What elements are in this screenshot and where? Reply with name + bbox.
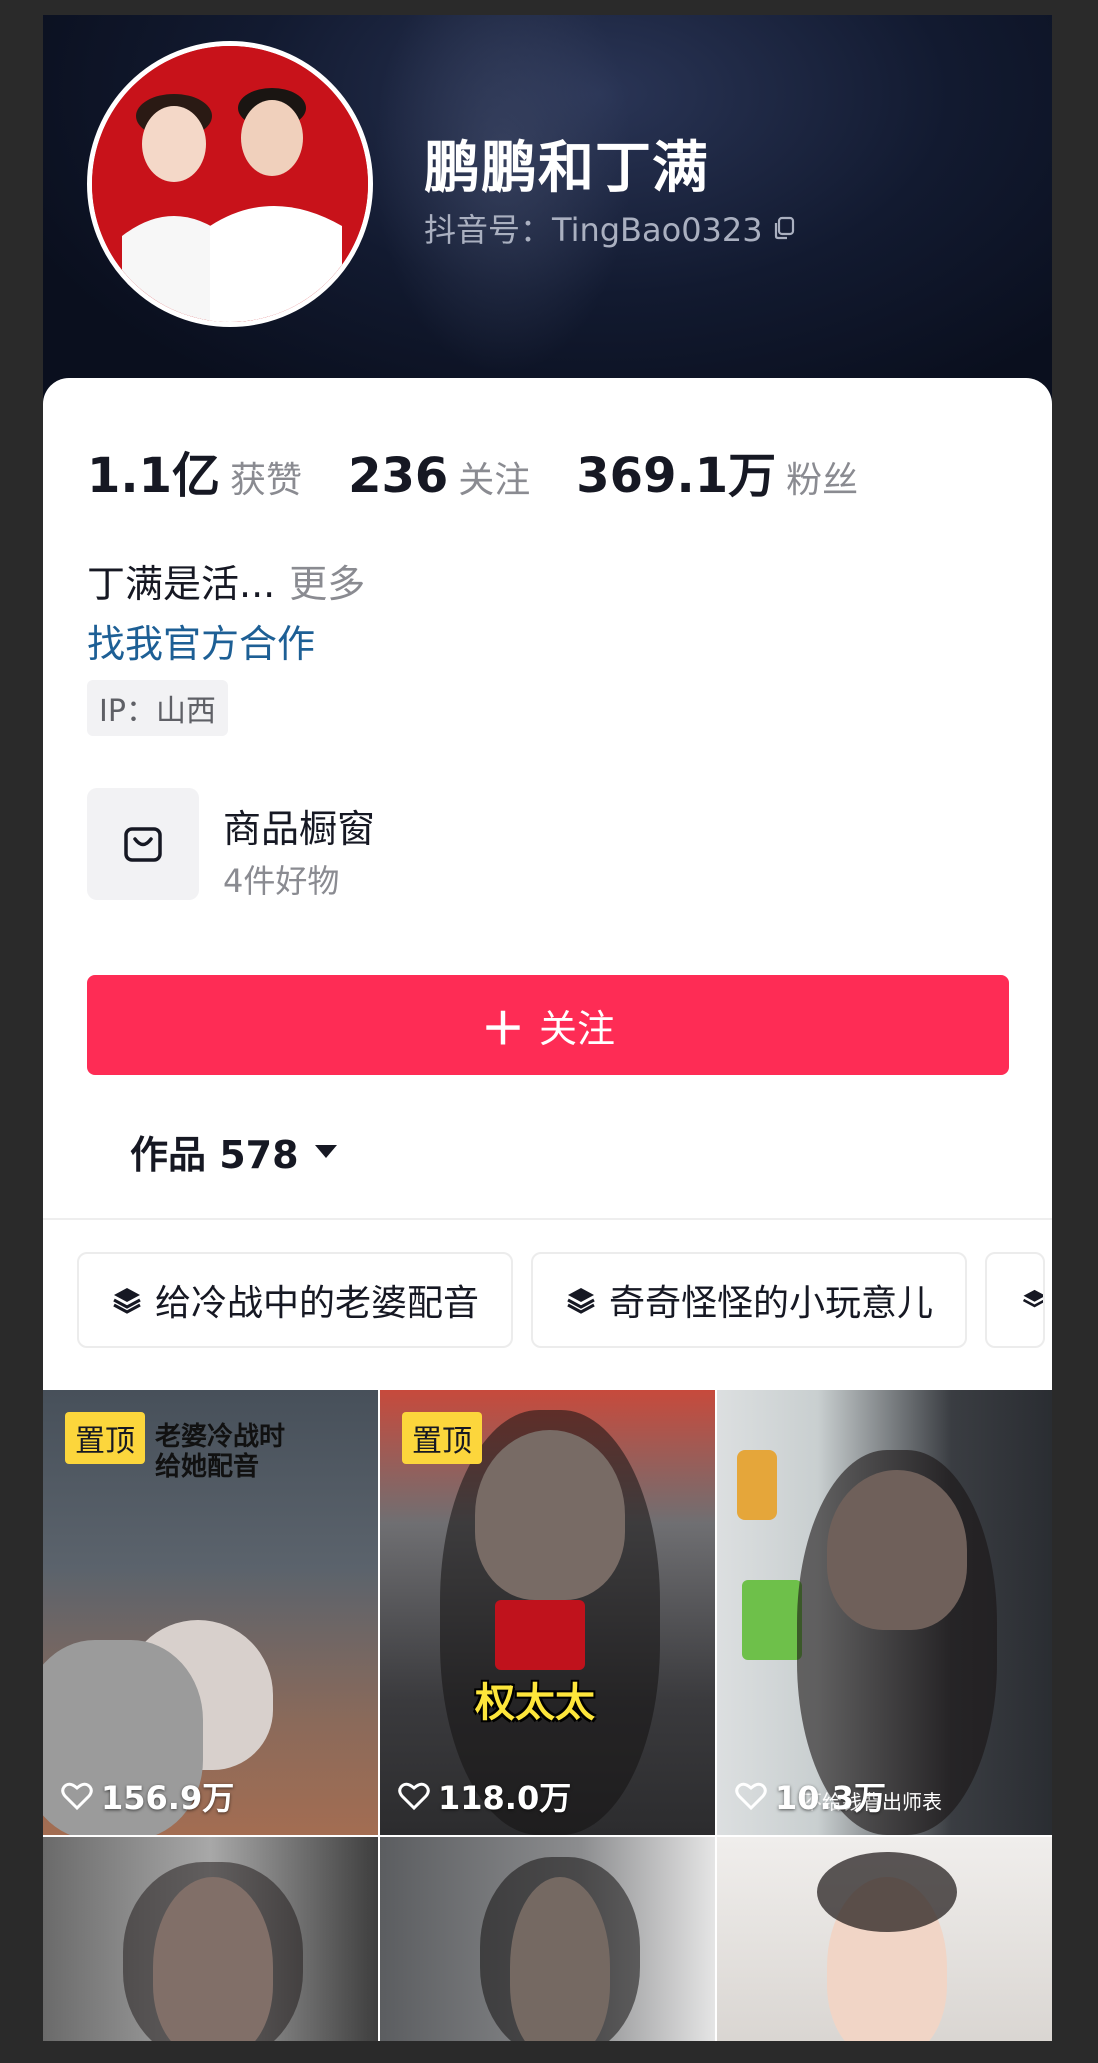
stat-followers-value: 369.1万 [576, 448, 777, 504]
video-tile[interactable]: 不给钱背出师表 10.3万 [717, 1390, 1052, 1835]
shop-window-icon-box[interactable] [87, 788, 199, 900]
collection-chip-partial[interactable] [985, 1252, 1046, 1348]
video-tile[interactable] [43, 1837, 378, 2041]
collection-chip-label: 给冷战中的老婆配音 [155, 1283, 480, 1324]
plus-icon: ＋ [480, 1004, 525, 1055]
collection-chip[interactable]: 给冷战中的老婆配音 [77, 1252, 514, 1348]
heart-icon [61, 1782, 93, 1811]
stat-following-value: 236 [348, 448, 449, 504]
video-likes-count: 118.0万 [438, 1779, 572, 1817]
caret-down-icon [314, 1145, 337, 1158]
profile-screen: 鹏鹏和丁满 抖音号：TingBao0323 1.1亿 获赞 236 关注 369… [43, 15, 1052, 2041]
profile-header-background: 鹏鹏和丁满 抖音号：TingBao0323 [43, 15, 1052, 410]
pinned-badge: 置顶 [65, 1412, 145, 1464]
layers-icon [113, 1288, 141, 1314]
shop-window-title[interactable]: 商品橱窗 [223, 798, 375, 853]
copy-icon[interactable] [771, 215, 797, 241]
collection-chip-label: 奇奇怪怪的小玩意儿 [609, 1283, 934, 1324]
pinned-badge: 置顶 [402, 1412, 482, 1464]
stat-following[interactable]: 236 关注 [348, 448, 530, 504]
divider [43, 1218, 1052, 1220]
video-likes: 10.3万 [735, 1773, 886, 1819]
stat-following-label: 关注 [458, 460, 531, 501]
douyin-id-text: 抖音号：TingBao0323 [424, 211, 763, 249]
stat-likes-label: 获赞 [230, 460, 303, 501]
video-likes: 118.0万 [398, 1773, 571, 1819]
follow-button[interactable]: ＋ 关注 [87, 975, 1009, 1075]
works-tab-label: 作品 578 [130, 1133, 299, 1177]
heart-icon [398, 1782, 430, 1811]
video-likes-count: 156.9万 [101, 1779, 235, 1817]
bio-text: 丁满是活... [87, 562, 276, 606]
video-overlay-text: 老婆冷战时 给她配音 [155, 1422, 286, 1482]
shop-window-subtitle: 4件好物 [223, 862, 340, 900]
collection-list: 给冷战中的老婆配音 奇奇怪怪的小玩意儿 [77, 1252, 1046, 1348]
video-thumbnail-hair [123, 1862, 303, 2041]
douyin-id[interactable]: 抖音号：TingBao0323 [424, 205, 797, 251]
video-tile[interactable] [717, 1837, 1052, 2041]
video-caption: 权太太 [475, 1680, 595, 1726]
profile-bio: 丁满是活... 更多 [87, 553, 365, 608]
video-thumbnail-hair [817, 1852, 957, 1932]
stat-followers-label: 粉丝 [786, 460, 859, 501]
tab-works[interactable]: 作品 578 [130, 1124, 337, 1179]
profile-stats: 1.1亿 获赞 236 关注 369.1万 粉丝 [87, 436, 904, 506]
bio-more-link[interactable]: 更多 [289, 562, 365, 606]
profile-card: 1.1亿 获赞 236 关注 369.1万 粉丝 丁满是活... 更多 找我官方合… [43, 378, 1052, 2041]
video-likes-count: 10.3万 [775, 1779, 886, 1817]
video-tile[interactable]: 置顶 权太太 118.0万 [380, 1390, 715, 1835]
video-thumbnail-box [742, 1580, 802, 1660]
video-tile[interactable]: 置顶 老婆冷战时 给她配音 156.9万 [43, 1390, 378, 1835]
ip-location-tag: IP：山西 [87, 680, 228, 736]
video-tile[interactable] [380, 1837, 715, 2041]
layers-icon [1022, 1289, 1044, 1308]
official-cooperation-link[interactable]: 找我官方合作 [87, 613, 315, 668]
stat-likes-value: 1.1亿 [87, 448, 221, 504]
video-likes: 156.9万 [61, 1773, 234, 1819]
shopping-bag-icon [124, 827, 162, 862]
follow-button-label: 关注 [538, 1006, 615, 1051]
heart-icon [735, 1782, 767, 1811]
layers-icon [567, 1288, 595, 1314]
avatar[interactable] [87, 41, 373, 327]
video-thumbnail-jar [737, 1450, 777, 1520]
video-thumbnail-hair [480, 1857, 640, 2041]
video-thumbnail-booklet [495, 1600, 585, 1670]
stat-followers[interactable]: 369.1万 粉丝 [576, 436, 858, 506]
stat-likes[interactable]: 1.1亿 获赞 [87, 436, 302, 506]
collection-chip[interactable]: 奇奇怪怪的小玩意儿 [531, 1252, 968, 1348]
profile-nickname: 鹏鹏和丁满 [424, 136, 709, 201]
